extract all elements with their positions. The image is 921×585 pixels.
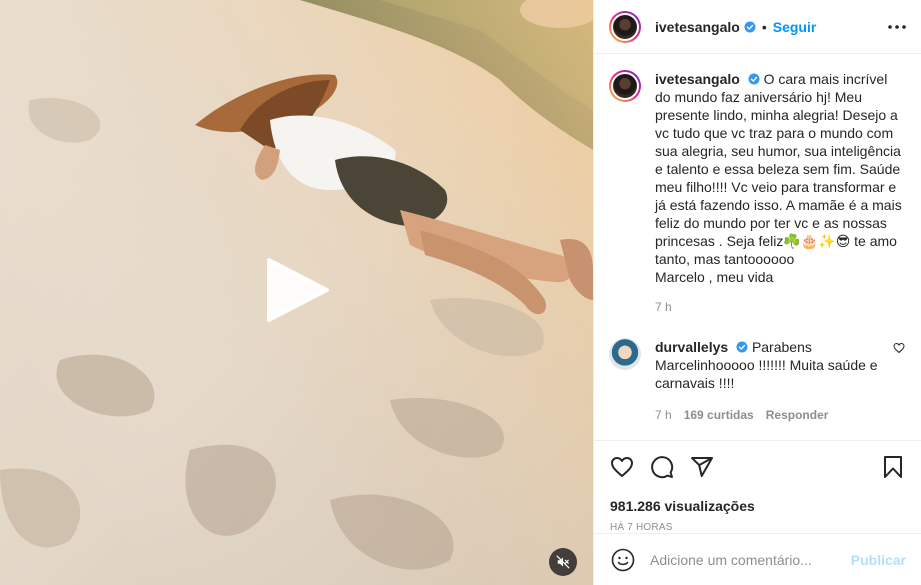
follow-button[interactable]: Seguir (773, 19, 817, 35)
comment-body: durvallelys Parabens Marcelinhooooo !!!!… (655, 338, 891, 392)
reply-button[interactable]: Responder (766, 408, 829, 422)
comment-composer: Publicar (594, 533, 921, 585)
action-bar (594, 440, 921, 492)
video-player[interactable] (0, 0, 593, 585)
comment-icon (651, 455, 674, 478)
comments-section: ivetesangalo O cara mais incrível do mun… (594, 54, 921, 440)
commenter-avatar[interactable] (609, 338, 641, 370)
instagram-post-modal: ivetesangalo • Seguir ivetesangalo O car… (0, 0, 921, 585)
mute-toggle-button[interactable] (549, 548, 577, 576)
post-header: ivetesangalo • Seguir (594, 0, 921, 54)
verified-badge-icon (744, 21, 756, 32)
play-button[interactable] (265, 258, 329, 322)
caption-text: O cara mais incrível do mundo faz aniver… (655, 71, 902, 267)
save-button[interactable] (873, 447, 913, 487)
comment-likes-count[interactable]: 169 curtidas (684, 408, 754, 422)
separator-dot: • (761, 18, 767, 35)
view-count[interactable]: 981.286 visualizações (594, 496, 921, 516)
speaker-muted-icon (556, 555, 570, 569)
emoji-icon (611, 548, 635, 571)
caption-signoff: Marcelo , meu vida (655, 269, 774, 285)
comment-meta: 7 h 169 curtidas Responder (655, 408, 905, 422)
caption-timestamp[interactable]: 7 h (655, 300, 905, 314)
verified-badge-icon (736, 341, 748, 353)
comment-timestamp[interactable]: 7 h (655, 408, 672, 422)
comment-like-heart-icon[interactable] (893, 342, 905, 354)
more-horizontal-icon (888, 24, 906, 29)
publish-button[interactable]: Publicar (851, 552, 906, 568)
post-age[interactable]: HÁ 7 HORAS (594, 522, 921, 533)
author-avatar[interactable] (609, 10, 641, 43)
comment-item: durvallelys Parabens Marcelinhooooo !!!!… (609, 338, 905, 392)
caption-author-avatar[interactable] (609, 70, 641, 102)
comment-button[interactable] (642, 447, 682, 487)
commenter-username-link[interactable]: durvallelys (655, 339, 728, 355)
comment-input[interactable] (650, 551, 851, 568)
caption: ivetesangalo O cara mais incrível do mun… (609, 70, 905, 286)
share-button[interactable] (682, 447, 722, 487)
play-icon (267, 258, 329, 322)
caption-author-link[interactable]: ivetesangalo (655, 71, 740, 87)
paper-plane-icon (691, 456, 713, 477)
like-button[interactable] (602, 447, 642, 487)
caption-body: ivetesangalo O cara mais incrível do mun… (655, 70, 905, 286)
verified-badge-icon (748, 73, 760, 85)
post-details-panel: ivetesangalo • Seguir ivetesangalo O car… (593, 0, 921, 585)
author-username-link[interactable]: ivetesangalo (655, 19, 740, 35)
bookmark-icon (884, 455, 902, 478)
heart-icon (611, 456, 633, 477)
more-options-button[interactable] (887, 24, 907, 30)
emoji-button[interactable] (610, 547, 636, 573)
